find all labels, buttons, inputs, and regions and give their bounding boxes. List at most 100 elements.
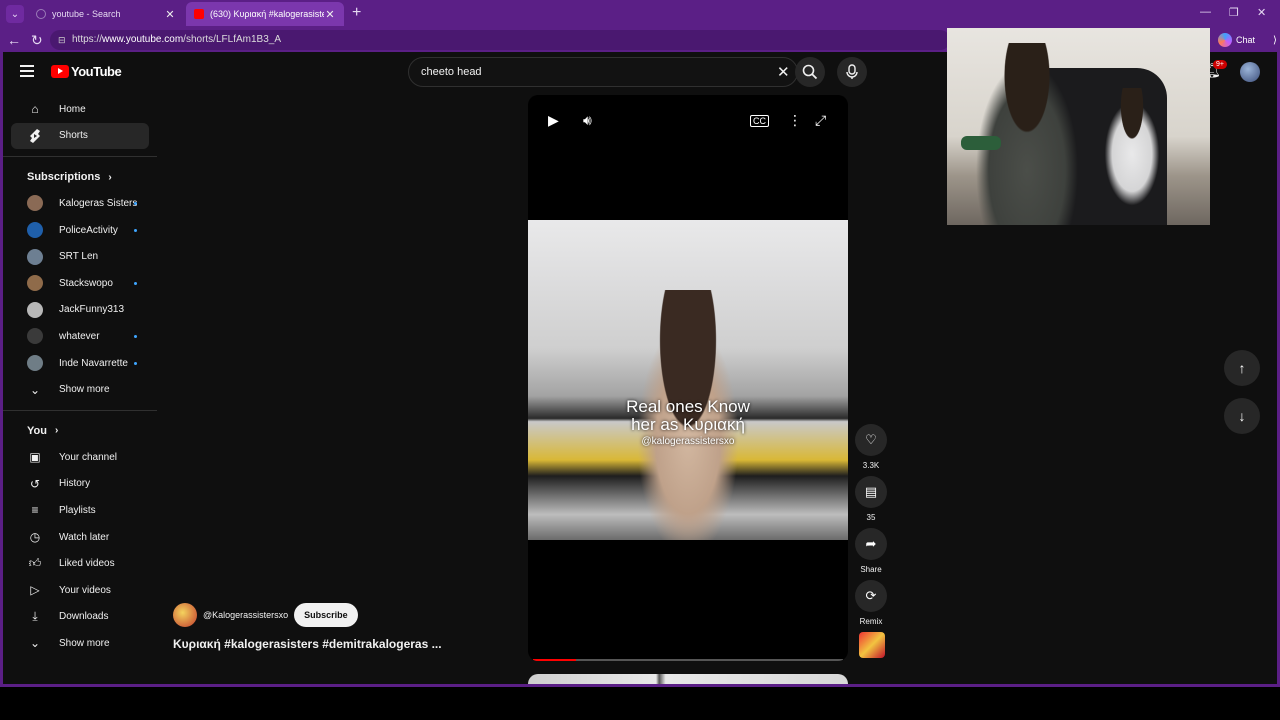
sidebar-item-label: Playlists <box>59 504 96 516</box>
watch-later-icon: ◷ <box>29 530 41 545</box>
remix-button[interactable]: ⟳ Remix <box>855 580 887 626</box>
copilot-icon <box>1218 33 1232 47</box>
more-options-icon[interactable]: ⋮ <box>788 112 802 129</box>
short-title[interactable]: Κυριακή #kalogerasisters #demitrakaloger… <box>173 637 442 651</box>
you-heading-text: You <box>27 424 47 437</box>
youtube-logo[interactable]: YouTube <box>51 64 122 79</box>
restore-icon[interactable]: ❐ <box>1229 6 1239 19</box>
video-frame[interactable]: Real ones Know her as Κυριακή @kalogeras… <box>528 220 848 540</box>
sidebar-item-label: whatever <box>59 330 100 342</box>
sidebar-item-subscription[interactable]: SRT Len <box>11 243 149 270</box>
you-heading[interactable]: You › <box>11 418 149 444</box>
divider <box>3 156 157 158</box>
arrow-down-icon: ↓ <box>1238 408 1246 424</box>
subscriptions-heading[interactable]: Subscriptions › <box>11 164 149 190</box>
new-tab-icon[interactable]: + <box>352 4 361 22</box>
url-field[interactable]: ⊟ https://www.youtube.com/shorts/LFLfAm1… <box>50 30 950 50</box>
close-window-icon[interactable]: ✕ <box>1257 6 1266 19</box>
minimize-icon[interactable]: — <box>1200 6 1211 18</box>
second-person <box>1097 88 1167 208</box>
sidebar-item-show-more[interactable]: ⌄ Show more <box>11 630 149 657</box>
caption-line2: her as Κυριακή <box>631 415 745 434</box>
sidebar-item-subscription[interactable]: Inde Navarrette <box>11 350 149 377</box>
browser-tab-youtube[interactable]: (630) Κυριακή #kalogerasisters #d ✕ <box>186 2 344 26</box>
video-caption-overlay: Real ones Know her as Κυριακή @kalogeras… <box>528 398 848 448</box>
sidebar-item-label: Home <box>59 103 86 115</box>
back-icon[interactable]: ← <box>7 32 21 48</box>
sidebar-item-label: Stackswopo <box>59 277 113 289</box>
comments-button[interactable]: ▤ 35 <box>855 476 887 522</box>
refresh-icon[interactable]: ↻ <box>31 32 43 49</box>
remix-icon: ⟳ <box>855 580 887 612</box>
clear-search-icon[interactable]: ✕ <box>777 63 790 81</box>
sidebar-item-subscription[interactable]: JackFunny313 <box>11 297 149 324</box>
sidebar-item-shorts[interactable]: Shorts <box>11 122 149 150</box>
play-icon[interactable]: ▶ <box>548 112 559 129</box>
search-button[interactable] <box>795 57 825 87</box>
caption-line1: Real ones Know <box>626 397 750 416</box>
logo-text: YouTube <box>71 64 122 79</box>
sidebar-item-subscription[interactable]: Kalogeras Sisters <box>11 190 149 217</box>
copilot-chat-button[interactable]: Chat ⟩ <box>1218 33 1277 47</box>
like-button[interactable]: ♡ 3.3K <box>855 424 887 470</box>
playlists-icon: ≡ <box>31 503 39 518</box>
search-input[interactable]: cheeto head ✕ <box>408 57 798 87</box>
sidebar-item-your-videos[interactable]: ▷ Your videos <box>11 577 149 604</box>
sidebar-item-history[interactable]: ↺ History <box>11 471 149 498</box>
subscribe-button[interactable]: Subscribe <box>294 603 358 627</box>
browser-tab-search[interactable]: youtube - Search ✕ <box>28 2 184 26</box>
channel-avatar <box>27 195 43 212</box>
like-icon: 👍︎ <box>28 556 42 571</box>
sidebar-item-show-more[interactable]: ⌄ Show more <box>11 376 149 403</box>
sidebar-item-label: PoliceActivity <box>59 224 118 236</box>
browser-frame <box>0 52 3 687</box>
youtube-favicon-icon <box>194 9 204 19</box>
chevron-right-icon: › <box>54 425 59 437</box>
sidebar-item-liked-videos[interactable]: 👍︎ Liked videos <box>11 550 149 577</box>
sidebar-item-downloads[interactable]: ⤓ Downloads <box>11 604 149 631</box>
sidebar-item-playlists[interactable]: ≡ Playlists <box>11 497 149 524</box>
sidebar-item-label: Inde Navarrette <box>59 357 128 369</box>
webcam-overlay <box>947 28 1210 225</box>
site-info-icon[interactable]: ⊟ <box>58 30 66 50</box>
fullscreen-icon[interactable]: ⤢ <box>815 112 826 129</box>
comment-count: 35 <box>866 513 876 522</box>
sidebar-item-label: Show more <box>59 637 110 649</box>
comment-icon: ▤ <box>855 476 887 508</box>
sidebar-item-label: Kalogeras Sisters <box>59 197 138 209</box>
account-avatar[interactable] <box>1240 62 1260 82</box>
new-content-dot <box>134 335 137 339</box>
next-short-button[interactable]: ↓ <box>1224 398 1260 434</box>
sidebar: ⌂ Home Shorts Subscriptions › Kalogeras … <box>3 96 157 657</box>
sidebar-item-label: Liked videos <box>59 558 115 570</box>
search-query: cheeto head <box>421 66 482 78</box>
channel-avatar[interactable] <box>173 603 197 627</box>
sound-thumbnail[interactable] <box>859 632 885 658</box>
sidebar-toggle-icon[interactable]: ⟩ <box>1273 35 1277 46</box>
share-label: Share <box>860 565 882 574</box>
sidebar-item-subscription[interactable]: whatever <box>11 323 149 350</box>
tab-list-button[interactable]: ⌄ <box>6 5 24 23</box>
shorts-player[interactable]: ▶ 🔊︎ CC ⋮ ⤢ Real ones Know her as Κυριακ… <box>528 95 848 661</box>
previous-short-button[interactable]: ↑ <box>1224 350 1260 386</box>
sidebar-item-your-channel[interactable]: ▣ Your channel <box>11 444 149 471</box>
channel-avatar <box>27 328 43 345</box>
search-favicon-icon <box>36 9 46 19</box>
captions-icon[interactable]: CC <box>750 115 769 127</box>
voice-search-button[interactable] <box>837 57 867 87</box>
close-tab-icon[interactable]: ✕ <box>164 8 176 21</box>
close-tab-icon[interactable]: ✕ <box>324 8 336 21</box>
sidebar-item-subscription[interactable]: PoliceActivity <box>11 217 149 244</box>
share-button[interactable]: ➦ Share <box>855 528 887 574</box>
sidebar-item-watch-later[interactable]: ◷ Watch later <box>11 524 149 551</box>
tab-title: (630) Κυριακή #kalogerasisters #d <box>210 9 324 19</box>
volume-icon[interactable]: 🔊︎ <box>583 112 592 129</box>
share-icon: ➦ <box>855 528 887 560</box>
microphone <box>961 136 1001 150</box>
progress-bar[interactable] <box>533 659 843 661</box>
channel-avatar <box>27 222 43 239</box>
channel-handle[interactable]: @Kalogerassistersxo <box>203 610 288 620</box>
menu-icon[interactable] <box>20 65 34 77</box>
sidebar-item-home[interactable]: ⌂ Home <box>11 96 149 123</box>
sidebar-item-subscription[interactable]: Stackswopo <box>11 270 149 297</box>
